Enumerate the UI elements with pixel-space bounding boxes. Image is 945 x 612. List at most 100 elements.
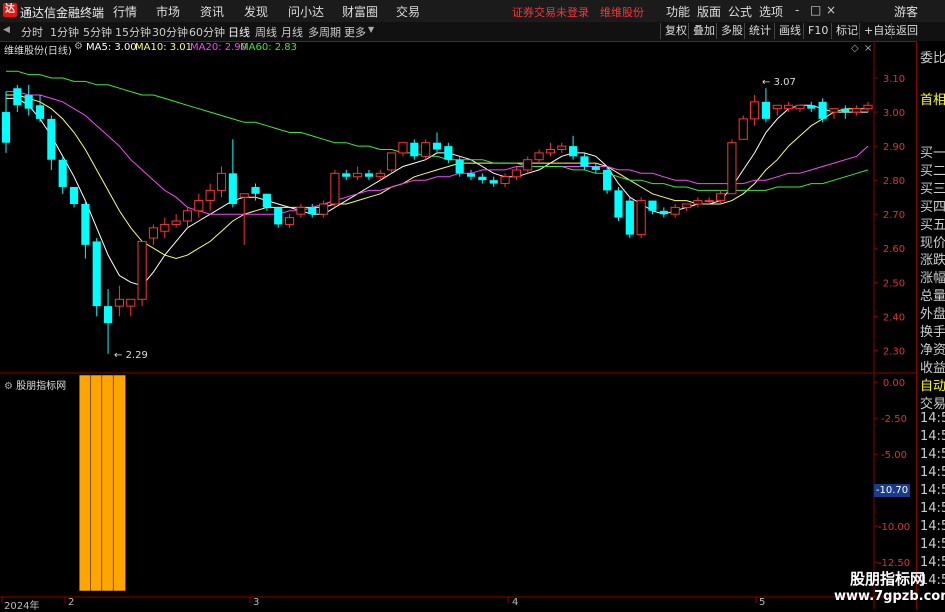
btn-tongji[interactable]: 统计 [744, 23, 775, 39]
quote-panel-item: 14:56 [920, 446, 945, 462]
candle-body [398, 142, 408, 154]
watermark-text: 股朋指标网 [850, 570, 926, 588]
btn-fuquan[interactable]: 复权 [660, 23, 691, 39]
candle [749, 95, 760, 126]
candle [398, 142, 408, 157]
candle-body [795, 104, 805, 110]
chevron-left-icon[interactable]: ◀ [3, 25, 10, 35]
candle [364, 169, 374, 181]
close-button[interactable]: × [826, 3, 836, 17]
price-tick-label: 2.50 [883, 278, 905, 289]
candle-body [841, 108, 850, 113]
high-price-label: ← 3.07 [762, 77, 796, 88]
candle [410, 139, 419, 160]
period-more[interactable]: 更多 [344, 24, 366, 40]
candle [670, 203, 680, 218]
candle-body [216, 172, 227, 191]
candle [330, 169, 340, 208]
ma60-name: MA60 [240, 42, 269, 53]
menu-banmian[interactable]: 版面 [697, 3, 721, 20]
menu-gongneng[interactable]: 功能 [666, 3, 690, 20]
menu-caifuquan[interactable]: 财富圈 [342, 3, 378, 20]
collapse-icon[interactable]: ◇ [851, 43, 859, 54]
login-notice[interactable]: 证券交易未登录 维维股份 [512, 4, 644, 20]
period-monthly[interactable]: 月线 [281, 24, 303, 40]
candle-body [829, 108, 839, 113]
period-multi[interactable]: 多周期 [308, 24, 341, 40]
quote-panel-item: 现价 [920, 235, 945, 251]
candle-body [160, 223, 170, 232]
candle-body [410, 142, 419, 157]
menu-gongshi[interactable]: 公式 [728, 3, 752, 20]
time-label-apr: 4 [512, 597, 519, 608]
period-60min[interactable]: 60分钟 [189, 24, 225, 40]
candle-body [103, 306, 113, 324]
quote-panel-item: 外盘 [920, 307, 945, 323]
menu-xuanxiang[interactable]: 选项 [759, 3, 783, 20]
candle [421, 139, 431, 160]
quote-panel-item: 买二 [920, 163, 945, 179]
price-tick-label: 2.60 [883, 244, 905, 255]
time-label-mar: 3 [253, 597, 260, 608]
price-tick-label: 2.70 [883, 210, 905, 221]
menu-faxian[interactable]: 发现 [244, 3, 268, 20]
candle [863, 101, 873, 113]
candle [228, 139, 237, 208]
maximize-button[interactable]: □ [810, 3, 821, 17]
period-30min[interactable]: 30分钟 [152, 24, 188, 40]
btn-diejia[interactable]: 叠加 [688, 23, 719, 39]
candle-body [648, 200, 657, 211]
candle [13, 84, 22, 113]
minimize-button[interactable]: - [795, 3, 799, 17]
candle [603, 166, 612, 194]
indicator-tick-label: -10.00 [878, 522, 910, 533]
candle-body [375, 172, 385, 178]
candle [523, 156, 533, 174]
btn-back[interactable]: 返回 [891, 23, 922, 39]
candle-body [205, 189, 215, 202]
btn-huaxian[interactable]: 画线 [774, 23, 805, 39]
btn-duogu[interactable]: 多股 [716, 23, 747, 39]
settings-gear-icon[interactable]: ⚙ [74, 41, 83, 52]
candle-body [444, 146, 453, 160]
candle-body [807, 105, 816, 109]
price-tick-label: 2.40 [883, 312, 905, 323]
btn-f10[interactable]: F10 [803, 23, 832, 39]
period-daily[interactable]: 日线 [228, 24, 250, 40]
candle-body [330, 172, 340, 205]
indicator-bar [78, 374, 92, 592]
candle-body [81, 203, 90, 245]
candle-body [421, 142, 431, 157]
candle-body [148, 227, 159, 239]
chevron-down-icon[interactable]: ▼ [368, 25, 374, 34]
period-5min[interactable]: 5分钟 [83, 24, 112, 40]
quote-panel-item: 14:56 [920, 410, 945, 426]
stock-label: 维维股份(日线) [4, 46, 72, 57]
candle-body [670, 206, 680, 215]
candle [205, 183, 215, 211]
period-15min[interactable]: 15分钟 [115, 24, 151, 40]
menu-jiaoyi[interactable]: 交易 [396, 3, 420, 20]
btn-biaoji[interactable]: 标记 [831, 23, 862, 39]
menu-hangqing[interactable]: 行情 [113, 3, 137, 20]
candle-body [137, 240, 147, 300]
guest-label[interactable]: 游客 [894, 3, 918, 20]
ma5-name: MA5 [86, 42, 108, 53]
kline-chart[interactable]: 3.10 3.00 2.90 2.80 2.70 2.60 2.50 2.40 2.30 0.00… [0, 41, 916, 609]
menu-wenxiaoda[interactable]: 问小达 [288, 3, 324, 20]
candle [35, 95, 45, 123]
menu-zixun[interactable]: 资讯 [200, 3, 224, 20]
candle [24, 84, 33, 116]
indicator-settings-icon[interactable]: ⚙ [4, 381, 13, 392]
period-1min[interactable]: 1分钟 [50, 24, 79, 40]
period-weekly[interactable]: 周线 [255, 24, 277, 40]
period-fenshi[interactable]: 分时 [21, 24, 43, 40]
close-chart-icon[interactable]: × [864, 43, 872, 54]
candle-body [47, 118, 56, 160]
candle [636, 197, 646, 239]
candle-body [296, 206, 306, 215]
menu-shichang[interactable]: 市场 [156, 3, 180, 20]
candle [114, 285, 125, 317]
candle [353, 166, 363, 181]
candle [580, 152, 589, 170]
